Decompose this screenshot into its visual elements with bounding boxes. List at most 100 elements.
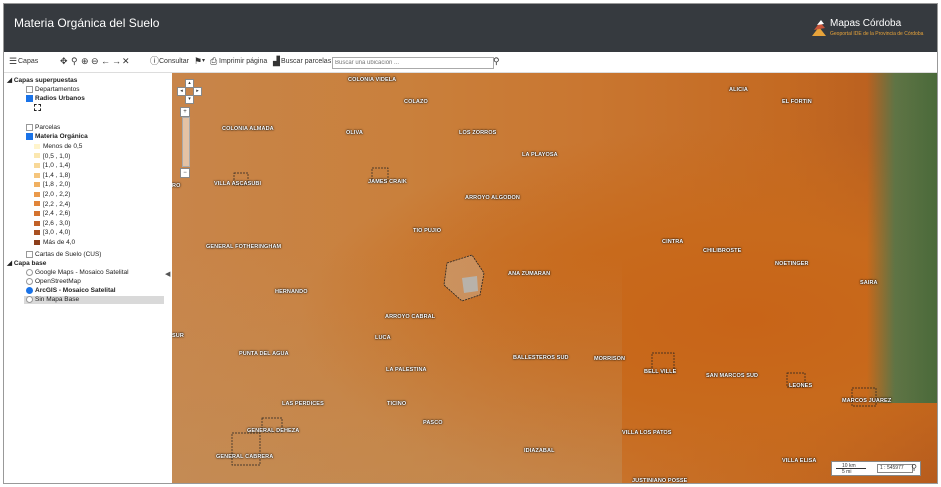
scale-control: 10 km 5 mi 1 : 545977 ⚲ xyxy=(831,461,921,476)
legend-item: [2,6 , 3,0) xyxy=(34,220,70,228)
legend-swatch xyxy=(34,153,40,159)
town-label: MORRISON xyxy=(594,356,626,362)
legend-swatch xyxy=(34,239,40,245)
menu-icon[interactable]: ☰ xyxy=(9,57,17,66)
back-arrow-icon[interactable]: ← xyxy=(101,57,110,66)
town-label: VILLA ELISA xyxy=(782,458,817,464)
checkbox[interactable] xyxy=(26,95,33,102)
legend-swatch xyxy=(34,210,40,216)
town-label: PASCO xyxy=(423,420,443,426)
pan-control[interactable]: ▴ ◂ ▸ ▾ xyxy=(177,79,202,104)
print-icon[interactable]: ⎙ xyxy=(210,57,217,66)
town-label: LAS PERDICES xyxy=(282,401,324,407)
scale-input[interactable]: 1 : 545977 xyxy=(877,464,913,473)
legend-swatch xyxy=(34,162,40,168)
town-label: ARROYO CABRAL xyxy=(385,314,436,320)
legend-item: [1,8 , 2,0) xyxy=(34,181,70,189)
town-label: IDIAZABAL xyxy=(524,448,555,454)
town-label: SAN MARCOS SUD xyxy=(706,373,759,379)
legend-item: [3,0 , 4,0) xyxy=(34,229,70,237)
town-label: LUCA xyxy=(375,335,391,341)
pan-down-icon[interactable]: ▾ xyxy=(185,95,194,104)
building-icon[interactable]: ▟ xyxy=(273,57,280,66)
legend-label: [3,0 , 4,0) xyxy=(43,229,71,237)
town-label: TICINO xyxy=(387,401,407,407)
layer-cartas-suelo[interactable]: Cartas de Suelo (CUS) xyxy=(26,251,101,259)
town-label: ALICIA xyxy=(729,87,748,93)
layer-radios-urbanos[interactable]: Radios Urbanos xyxy=(26,95,85,103)
zoom-out-button[interactable]: − xyxy=(180,168,190,178)
base-openstreetmap[interactable]: OpenStreetMap xyxy=(26,278,81,286)
layer-sidebar: ◢ Capas superpuestas Departamentos Radio… xyxy=(4,74,171,483)
town-label: COLAZO xyxy=(404,99,428,105)
consult-button[interactable]: Consultar xyxy=(159,58,189,65)
map-view[interactable]: COLONIA VIDELA COLAZO ALICIA EL FORTIN COLON… xyxy=(172,73,937,483)
urban-radius-legend-icon xyxy=(34,104,41,112)
forward-arrow-icon[interactable]: → xyxy=(112,57,121,66)
print-button[interactable]: Imprimir página xyxy=(219,58,267,65)
overlay-group-title[interactable]: ◢ Capas superpuestas xyxy=(7,77,77,85)
zoom-slider[interactable] xyxy=(182,117,190,167)
search-zoom-icon[interactable]: ⚲ xyxy=(71,57,78,66)
town-label: RO xyxy=(172,183,181,189)
checkbox[interactable] xyxy=(26,124,33,131)
radio-button[interactable] xyxy=(26,278,33,285)
legend-swatch xyxy=(34,220,40,226)
zoom-out-icon[interactable]: ⊖ xyxy=(91,57,99,66)
layer-departamentos[interactable]: Departamentos xyxy=(26,86,79,94)
logo-subtitle: Geoportal IDE de la Provincia de Córdoba xyxy=(830,31,924,37)
checkbox[interactable] xyxy=(26,86,33,93)
town-label: ANA ZUMARAN xyxy=(508,271,551,277)
chevron-down-icon[interactable]: ▾ xyxy=(202,57,205,66)
legend-swatch xyxy=(34,191,40,197)
zoom-in-icon[interactable]: ⊕ xyxy=(81,57,89,66)
search-parcels-button[interactable]: Buscar parcelas xyxy=(281,58,331,65)
town-label: CHILIBROSTE xyxy=(703,248,742,254)
layer-parcelas[interactable]: Parcelas xyxy=(26,124,60,132)
base-arcgis[interactable]: ArcGIS - Mosaico Satelital xyxy=(26,287,116,295)
town-label: GENERAL CABRERA xyxy=(216,454,274,460)
town-label: JUSTINIANO POSSE xyxy=(632,478,688,483)
urban-boundary-swatch xyxy=(34,104,41,111)
search-icon[interactable]: ⚲ xyxy=(911,463,917,472)
radio-button[interactable] xyxy=(26,287,33,294)
town-label: BALLESTEROS SUD xyxy=(513,355,569,361)
legend-label: [1,0 , 1,4) xyxy=(43,162,71,170)
town-label: HERNANDO xyxy=(275,289,308,295)
town-label: JAMES CRAIK xyxy=(368,179,407,185)
info-icon[interactable]: ⓘ xyxy=(150,57,159,66)
town-label: NOETINGER xyxy=(775,261,809,267)
pan-right-icon[interactable]: ▸ xyxy=(193,87,202,96)
town-label: OLIVA xyxy=(346,130,363,136)
search-icon[interactable]: ⚲ xyxy=(493,57,500,66)
legend-swatch xyxy=(34,182,40,188)
collapse-triangle-icon: ◢ xyxy=(7,77,14,84)
location-search-input[interactable] xyxy=(332,57,494,69)
pan-icon[interactable]: ✥ xyxy=(60,57,68,66)
town-label: CINTRA xyxy=(662,239,684,245)
app-frame: Materia Orgánica del Suelo Mapas Córdoba… xyxy=(3,3,938,484)
layer-materia-organica[interactable]: Materia Orgánica xyxy=(26,133,88,141)
legend-label: [0,5 , 1,0) xyxy=(43,152,71,160)
full-extent-icon[interactable]: ✕ xyxy=(122,57,130,66)
radio-button[interactable] xyxy=(26,269,33,276)
base-group-title[interactable]: ◢ Capa base xyxy=(7,260,46,268)
layers-button[interactable]: Capas xyxy=(18,58,38,65)
toolbar: ☰ Capas ✥ ⚲ ⊕ ⊖ ← → ✕ ⓘ Consultar ⚑ ▾ ⎙ … xyxy=(4,54,937,73)
checkbox[interactable] xyxy=(26,251,33,258)
town-label: SUR xyxy=(172,333,184,339)
town-label: GENERAL FOTHERINGHAM xyxy=(206,244,282,250)
checkbox[interactable] xyxy=(26,133,33,140)
logo[interactable]: Mapas Córdoba Geoportal IDE de la Provin… xyxy=(811,17,929,41)
legend-label: Menos de 0,5 xyxy=(43,143,83,150)
town-label: GENERAL DEHEZA xyxy=(247,428,300,434)
base-sin-mapa[interactable]: Sin Mapa Base xyxy=(24,296,164,304)
radio-button[interactable] xyxy=(26,296,33,303)
flag-icon[interactable]: ⚑ xyxy=(194,57,202,66)
urban-boundaries xyxy=(231,167,877,466)
legend-item: [2,4 , 2,6) xyxy=(34,210,70,218)
zoom-in-button[interactable]: + xyxy=(180,107,190,117)
base-google-maps[interactable]: Google Maps - Mosaico Satelital xyxy=(26,269,129,277)
legend-item: Más de 4,0 xyxy=(34,239,75,247)
collapse-sidebar-icon[interactable]: ◀ xyxy=(165,270,170,278)
